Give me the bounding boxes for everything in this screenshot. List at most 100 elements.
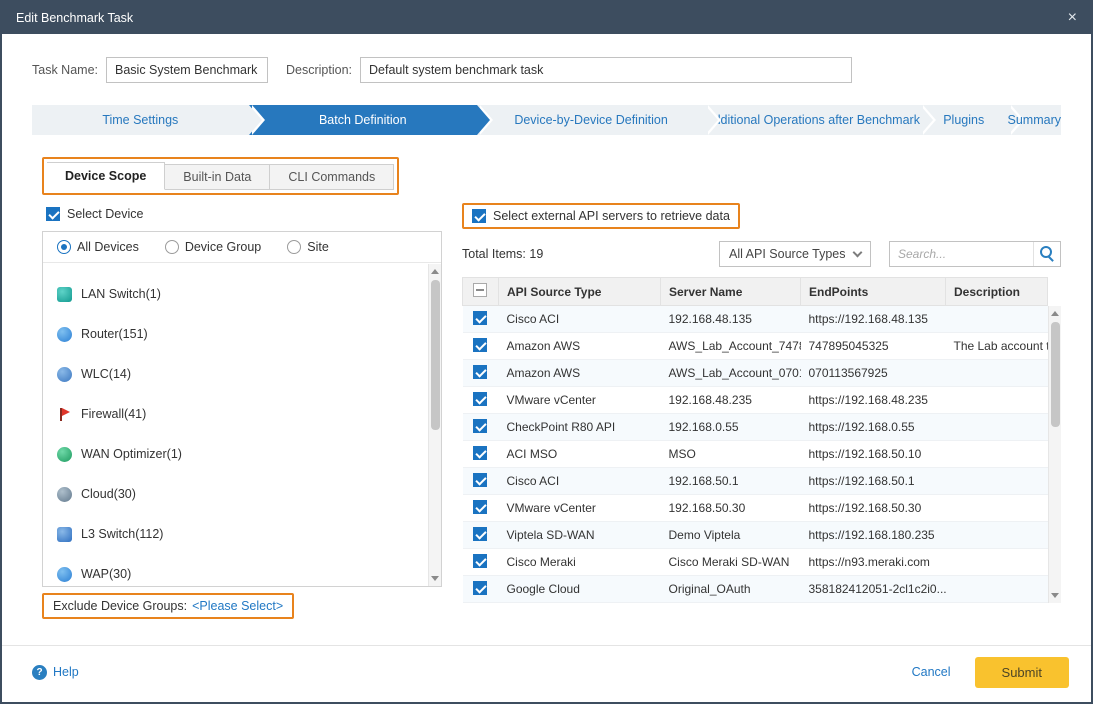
exclude-device-groups-select-link[interactable]: <Please Select>: [192, 599, 283, 613]
api-source-type-dropdown[interactable]: All API Source Types: [719, 241, 871, 267]
wizard-step-label: Time Settings: [102, 113, 178, 127]
device-type-item[interactable]: LAN Switch(1): [43, 274, 428, 314]
radio-icon[interactable]: [57, 240, 71, 254]
cell-api-source-type: Amazon AWS: [499, 333, 661, 360]
cell-description: [946, 468, 1048, 495]
api-servers-panel: Select external API servers to retrieve …: [462, 203, 1061, 603]
scrollbar-thumb[interactable]: [1051, 322, 1060, 427]
scroll-up-icon[interactable]: [1051, 311, 1059, 316]
table-scrollbar[interactable]: [1048, 306, 1061, 603]
cell-description: [946, 441, 1048, 468]
device-list-box: All Devices Device Group Site: [42, 231, 442, 587]
cell-server-name: AWS_Lab_Account_0701...: [661, 360, 801, 387]
device-type-item[interactable]: Cloud(30): [43, 474, 428, 514]
wizard-step-label: Additional Operations after Benchmark: [705, 113, 920, 127]
wizard-step[interactable]: Additional Operations after Benchmark: [705, 105, 920, 135]
radio-icon[interactable]: [165, 240, 179, 254]
scroll-up-icon[interactable]: [431, 269, 439, 274]
table-row[interactable]: ACI MSO MSO https://192.168.50.10: [463, 441, 1048, 468]
lan-switch-icon: [57, 287, 72, 302]
radio-label: All Devices: [77, 240, 139, 254]
row-checkbox[interactable]: [473, 311, 487, 325]
row-checkbox[interactable]: [473, 527, 487, 541]
device-list-scrollbar[interactable]: [428, 264, 441, 586]
cancel-button[interactable]: Cancel: [912, 665, 951, 679]
table-row[interactable]: Amazon AWS AWS_Lab_Account_7478... 74789…: [463, 333, 1048, 360]
wizard-step[interactable]: Time Settings: [32, 105, 249, 135]
dialog-content: Task Name: Description: Time Settings Ba…: [2, 34, 1091, 645]
wizard-step-label: Summary: [1008, 113, 1061, 127]
cell-api-source-type: Google Cloud: [499, 576, 661, 603]
device-type-item[interactable]: Firewall(41): [43, 394, 428, 434]
description-input[interactable]: [360, 57, 852, 83]
select-api-servers-checkbox[interactable]: [472, 209, 486, 223]
scrollbar-thumb[interactable]: [431, 280, 440, 430]
device-type-item[interactable]: Router(151): [43, 314, 428, 354]
close-icon[interactable]: ×: [1068, 10, 1077, 26]
scroll-down-icon[interactable]: [431, 576, 439, 581]
scope-radio-option[interactable]: All Devices: [57, 240, 139, 254]
col-header-api-source-type[interactable]: API Source Type: [499, 278, 661, 306]
device-type-item[interactable]: L3 Switch(112): [43, 514, 428, 554]
table-row[interactable]: VMware vCenter 192.168.50.30 https://192…: [463, 495, 1048, 522]
row-checkbox[interactable]: [473, 365, 487, 379]
table-row[interactable]: Cisco Meraki Cisco Meraki SD-WAN https:/…: [463, 549, 1048, 576]
table-row[interactable]: Amazon AWS AWS_Lab_Account_0701... 07011…: [463, 360, 1048, 387]
cell-endpoints: 070113567925: [801, 360, 946, 387]
row-checkbox[interactable]: [473, 338, 487, 352]
cell-endpoints: https://n93.meraki.com: [801, 549, 946, 576]
row-checkbox[interactable]: [473, 419, 487, 433]
table-row[interactable]: Cisco ACI 192.168.48.135 https://192.168…: [463, 306, 1048, 333]
task-name-input[interactable]: [106, 57, 268, 83]
subtab[interactable]: Device Scope: [47, 162, 165, 190]
device-type-list: LAN Switch(1) Router(151) WLC(14): [43, 264, 428, 586]
help-icon: ?: [32, 665, 47, 680]
table-header-row: API Source Type Server Name EndPoints De…: [463, 278, 1048, 306]
device-type-item[interactable]: WLC(14): [43, 354, 428, 394]
search-icon[interactable]: [1033, 242, 1060, 266]
dialog-titlebar: Edit Benchmark Task ×: [2, 2, 1091, 34]
table-row[interactable]: VMware vCenter 192.168.48.235 https://19…: [463, 387, 1048, 414]
table-row[interactable]: Cisco ACI 192.168.50.1 https://192.168.5…: [463, 468, 1048, 495]
subtab[interactable]: Built-in Data: [165, 164, 270, 190]
dialog-footer: ? Help Cancel Submit: [2, 645, 1091, 702]
table-row[interactable]: Viptela SD-WAN Demo Viptela https://192.…: [463, 522, 1048, 549]
help-label: Help: [53, 665, 79, 679]
search-input[interactable]: [890, 242, 1032, 266]
select-device-checkbox-row[interactable]: Select Device: [46, 203, 442, 225]
cell-api-source-type: Amazon AWS: [499, 360, 661, 387]
select-all-checkbox[interactable]: [473, 283, 487, 297]
table-row[interactable]: CheckPoint R80 API 192.168.0.55 https://…: [463, 414, 1048, 441]
row-checkbox[interactable]: [473, 581, 487, 595]
device-type-item[interactable]: WAP(30): [43, 554, 428, 586]
row-checkbox[interactable]: [473, 554, 487, 568]
help-link[interactable]: ? Help: [32, 665, 79, 680]
scope-radio-option[interactable]: Device Group: [165, 240, 261, 254]
select-api-servers-checkbox-row[interactable]: Select external API servers to retrieve …: [462, 203, 740, 229]
device-scope-panel: Select Device All Devices: [42, 203, 442, 619]
col-header-endpoints[interactable]: EndPoints: [801, 278, 946, 306]
cell-server-name: AWS_Lab_Account_7478...: [661, 333, 801, 360]
cloud-icon: [57, 487, 72, 502]
col-header-server-name[interactable]: Server Name: [661, 278, 801, 306]
wizard-step[interactable]: Batch Definition: [249, 105, 477, 135]
table-row[interactable]: Google Cloud Original_OAuth 358182412051…: [463, 576, 1048, 603]
col-header-description[interactable]: Description: [946, 278, 1048, 306]
row-checkbox[interactable]: [473, 473, 487, 487]
device-type-label: WLC(14): [81, 367, 131, 381]
row-checkbox[interactable]: [473, 446, 487, 460]
cell-api-source-type: Viptela SD-WAN: [499, 522, 661, 549]
wizard-step[interactable]: Device-by-Device Definition: [477, 105, 705, 135]
scope-radio-option[interactable]: Site: [287, 240, 329, 254]
row-checkbox[interactable]: [473, 392, 487, 406]
select-device-checkbox[interactable]: [46, 207, 60, 221]
cell-endpoints: https://192.168.180.235: [801, 522, 946, 549]
radio-icon[interactable]: [287, 240, 301, 254]
device-type-label: Firewall(41): [81, 407, 146, 421]
row-checkbox[interactable]: [473, 500, 487, 514]
device-type-item[interactable]: WAN Optimizer(1): [43, 434, 428, 474]
scroll-down-icon[interactable]: [1051, 593, 1059, 598]
subtab[interactable]: CLI Commands: [270, 164, 394, 190]
cell-api-source-type: ACI MSO: [499, 441, 661, 468]
submit-button[interactable]: Submit: [975, 657, 1069, 688]
